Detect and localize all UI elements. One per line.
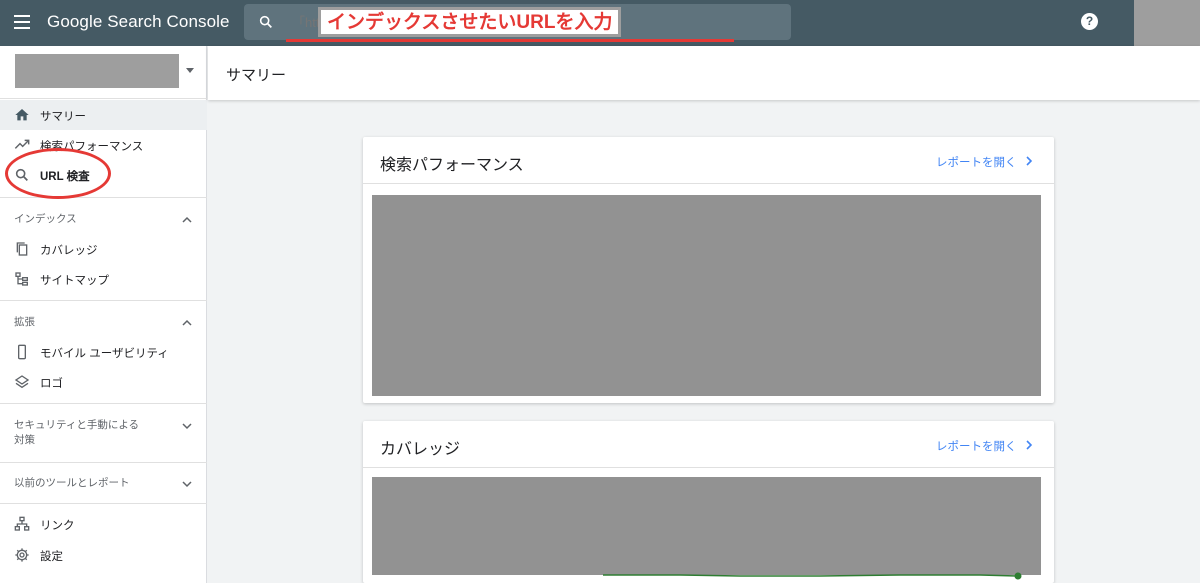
card-title: 検索パフォーマンス (380, 157, 524, 174)
divider (0, 98, 207, 99)
app-logo[interactable]: Google Search Console (47, 12, 230, 32)
sidebar-item-coverage[interactable]: カバレッジ (0, 234, 207, 264)
gear-icon (15, 548, 29, 562)
section-label: 拡張 (14, 316, 35, 328)
divider (0, 462, 207, 463)
sitemap-icon (15, 272, 28, 286)
divider (0, 403, 207, 404)
page-title: サマリー (226, 67, 287, 84)
copy-icon (16, 242, 28, 256)
divider (0, 197, 207, 198)
sidebar-item-sitemaps[interactable]: サイトマップ (0, 264, 207, 294)
coverage-trend-line (603, 572, 1022, 580)
divider (363, 467, 1054, 468)
divider (363, 183, 1054, 184)
sidebar-item-label: カバレッジ (40, 245, 98, 257)
card-title: カバレッジ (380, 441, 461, 458)
card-search-performance: 検索パフォーマンス レポートを開く (363, 137, 1054, 403)
annotation-circle (5, 148, 111, 199)
sidebar-item-links[interactable]: リンク (0, 509, 207, 539)
sidebar-item-label: モバイル ユーザビリティ (40, 348, 169, 360)
home-icon (15, 109, 29, 121)
annotation-underline (286, 39, 734, 42)
divider (0, 300, 207, 301)
sidebar-item-label: リンク (40, 520, 75, 532)
divider (0, 503, 207, 504)
help-icon[interactable]: ? (1081, 13, 1098, 30)
sidebar-item-label: サイトマップ (40, 275, 109, 287)
sidebar-item-label: ロゴ (40, 378, 63, 390)
main-header: サマリー (208, 46, 1200, 100)
open-report-link[interactable]: レポートを開く (936, 438, 1017, 454)
sidebar-item-summary[interactable]: サマリー (0, 100, 207, 130)
chevron-up-icon[interactable] (182, 319, 192, 327)
network-icon (14, 516, 30, 531)
chevron-down-icon[interactable] (182, 480, 192, 488)
sidebar-item-logo[interactable]: ロゴ (0, 367, 207, 397)
chart-placeholder (372, 195, 1041, 396)
section-label: インデックス (14, 213, 77, 225)
chevron-down-icon[interactable] (186, 68, 194, 73)
chevron-right-icon[interactable] (1026, 440, 1033, 450)
chevron-right-icon[interactable] (1026, 156, 1033, 166)
chevron-up-icon[interactable] (182, 216, 192, 224)
chart-placeholder (372, 477, 1041, 575)
sidebar-item-label: 設定 (40, 551, 63, 563)
property-selector[interactable] (15, 54, 179, 88)
card-coverage: カバレッジ レポートを開く (363, 421, 1054, 583)
sidebar-item-mobile-usability[interactable]: モバイル ユーザビリティ (0, 337, 207, 367)
trending-up-icon (14, 139, 30, 149)
sidebar-item-label: サマリー (40, 111, 86, 123)
smartphone-icon (18, 344, 26, 360)
layers-icon (14, 375, 30, 389)
open-report-link[interactable]: レポートを開く (936, 154, 1017, 170)
chevron-down-icon[interactable] (182, 422, 192, 430)
sidebar: サマリー 検索パフォーマンス URL 検査 インデックス カバレッジ サイトマッ… (0, 46, 207, 583)
annotation-label: インデックスさせたいURLを入力 (318, 7, 622, 37)
menu-icon[interactable] (14, 15, 30, 29)
sidebar-item-settings[interactable]: 設定 (0, 540, 207, 570)
section-label: セキュリティと手動による対策 (14, 419, 140, 446)
section-label: 以前のツールとレポート (14, 477, 130, 489)
search-icon (259, 15, 272, 28)
